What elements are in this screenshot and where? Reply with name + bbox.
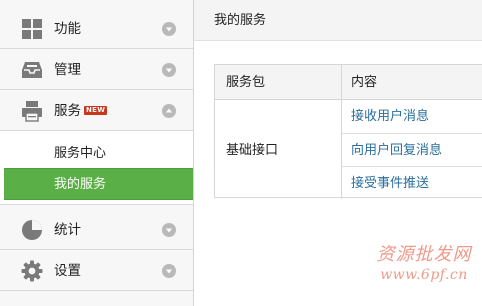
sidebar-item-label: 管理 — [54, 62, 81, 78]
sidebar-item-services[interactable]: 服务 NEW — [0, 90, 193, 131]
chevron-up-icon[interactable] — [162, 104, 176, 118]
submenu-item-my-services[interactable]: 我的服务 — [4, 168, 193, 200]
page-title: 我的服务 — [214, 13, 267, 28]
content-link-reply-messages[interactable]: 向用户回复消息 — [351, 142, 442, 160]
sidebar-item-label: 统计 — [54, 222, 81, 238]
sidebar-item-label: 服务 — [54, 103, 81, 119]
sidebar-item-settings[interactable]: 设置 — [0, 250, 193, 291]
sidebar-item-label: 设置 — [54, 263, 81, 279]
column-header-package: 服务包 — [226, 75, 266, 90]
sidebar-item-management[interactable]: 管理 — [0, 49, 193, 90]
grid-icon — [21, 18, 43, 40]
new-badge: NEW — [84, 106, 108, 115]
printer-icon — [21, 100, 43, 122]
sidebar-item-label: 功能 — [54, 21, 81, 37]
table-header: 服务包 内容 — [215, 65, 482, 100]
page-header: 我的服务 — [194, 0, 482, 41]
pie-chart-icon — [21, 219, 43, 241]
content-link-event-push[interactable]: 接受事件推送 — [351, 175, 429, 193]
watermark: 资源批发网 www.6pf.cn — [368, 244, 480, 284]
services-table: 服务包 内容 基础接口 接收用户消息 向用户回复消息 接受事件推送 — [214, 64, 482, 199]
column-header-content: 内容 — [351, 75, 378, 90]
watermark-url: www.6pf.cn — [380, 267, 468, 283]
submenu-item-label: 服务中心 — [54, 146, 107, 161]
chevron-down-icon[interactable] — [162, 22, 176, 36]
gear-icon — [21, 260, 43, 282]
content-link-receive-messages[interactable]: 接收用户消息 — [351, 108, 429, 126]
column-divider — [341, 65, 342, 199]
submenu-item-service-center[interactable]: 服务中心 — [4, 138, 193, 170]
package-cell: 基础接口 — [226, 143, 279, 158]
chevron-down-icon[interactable] — [162, 264, 176, 278]
sidebar-item-features[interactable]: 功能 — [0, 8, 193, 49]
sidebar: 功能 管理 服务 NEW 服务中心 我的服务 统计 设置 — [0, 0, 194, 306]
chevron-down-icon[interactable] — [162, 223, 176, 237]
services-submenu: 服务中心 我的服务 — [0, 131, 193, 205]
row-divider — [342, 166, 482, 167]
submenu-item-label: 我的服务 — [54, 177, 107, 192]
sidebar-item-statistics[interactable]: 统计 — [0, 209, 193, 250]
chevron-down-icon[interactable] — [162, 63, 176, 77]
inbox-icon — [21, 59, 43, 81]
watermark-text: 资源批发网 — [376, 244, 472, 265]
row-divider — [342, 133, 482, 134]
